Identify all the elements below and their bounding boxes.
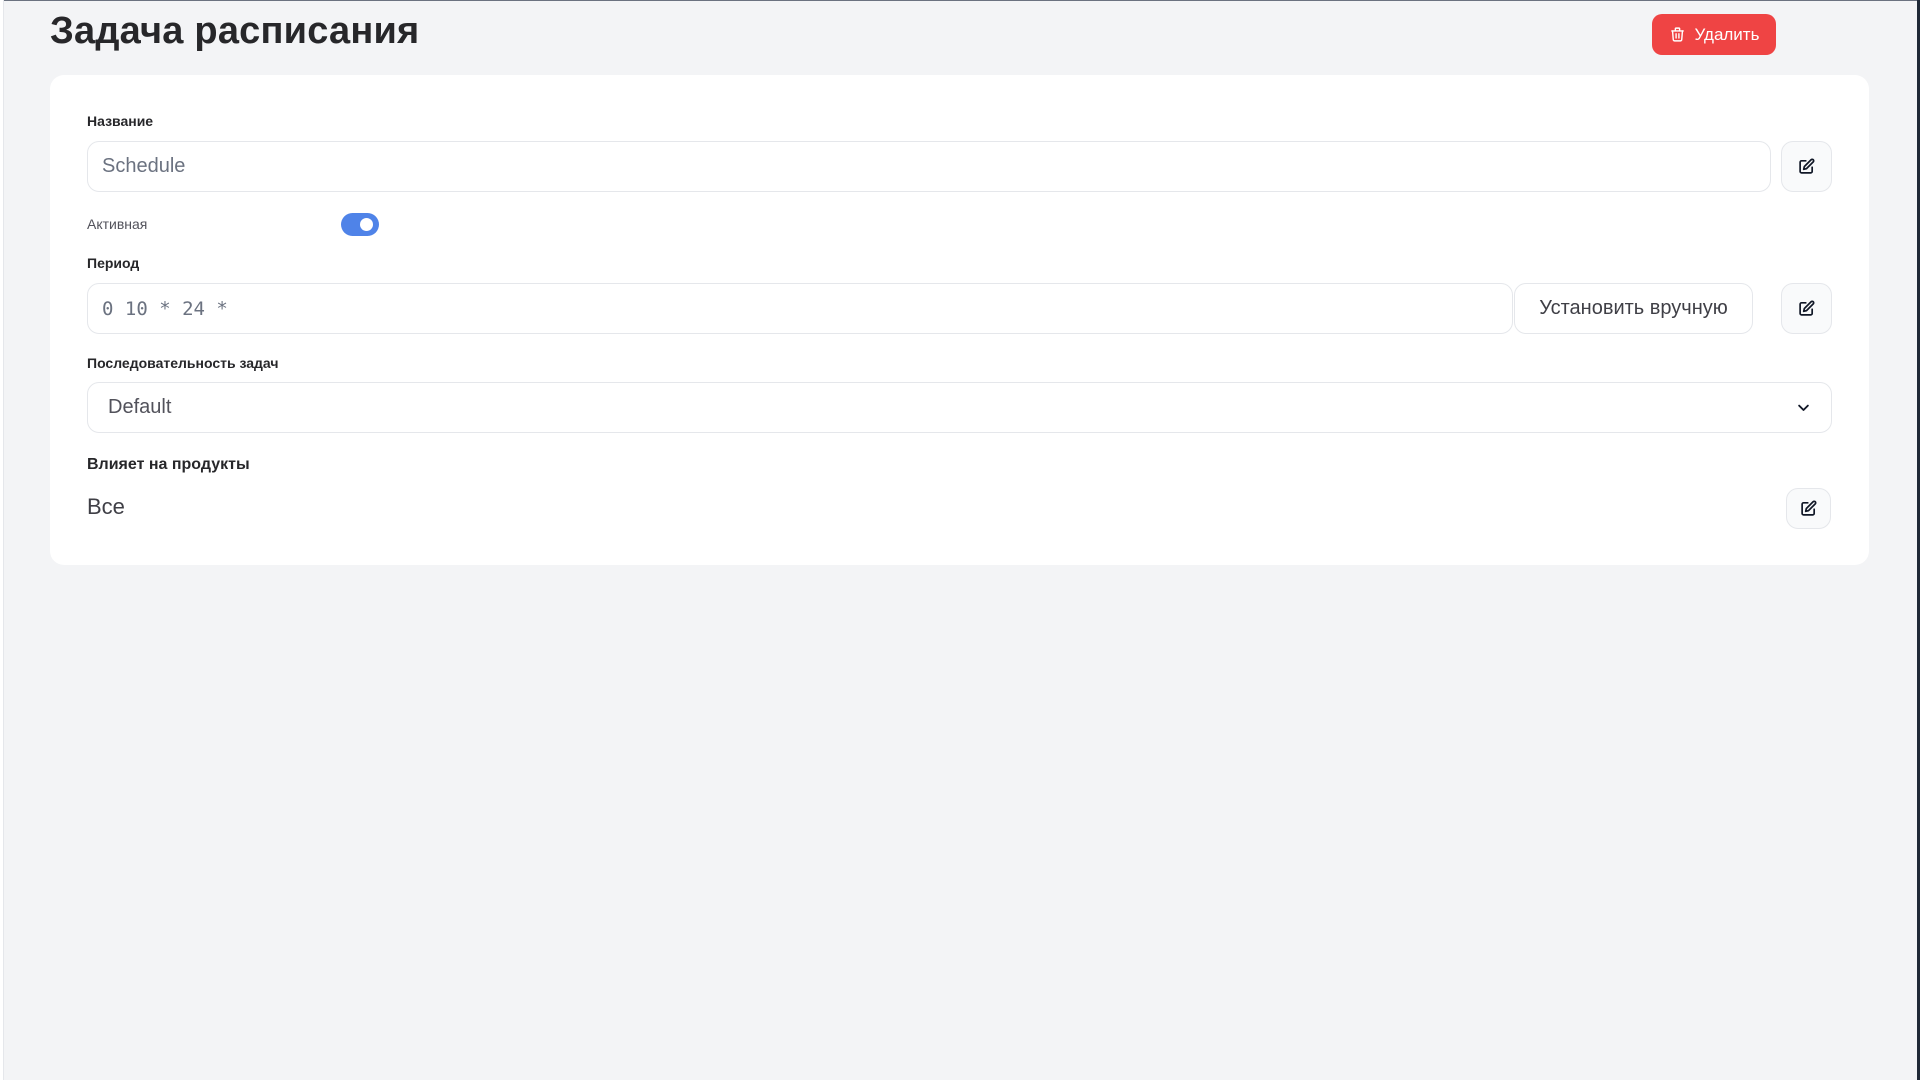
toggle-knob [360, 218, 373, 231]
edit-products-button[interactable] [1786, 488, 1831, 529]
edit-icon [1801, 500, 1817, 516]
window-top-border [0, 0, 1920, 1]
chevron-down-icon [1798, 404, 1809, 411]
sequence-label: Последовательность задач [87, 355, 279, 371]
edit-icon [1799, 158, 1815, 174]
trash-icon [1670, 27, 1684, 42]
products-value: Все [87, 494, 125, 519]
edit-period-button[interactable] [1781, 283, 1832, 334]
window-left-border [0, 0, 4, 1080]
active-label: Активная [87, 216, 148, 232]
name-input[interactable]: Schedule [87, 141, 1771, 192]
sequence-select-value: Default [108, 396, 172, 418]
delete-button-label: Удалить [1694, 24, 1760, 44]
active-toggle[interactable] [341, 213, 379, 236]
edit-icon [1799, 300, 1815, 316]
set-manually-label: Установить вручную [1539, 297, 1728, 319]
edit-name-button[interactable] [1781, 141, 1832, 192]
delete-button[interactable]: Удалить [1652, 14, 1776, 55]
name-label: Название [87, 113, 154, 129]
page-title: Задача расписания [50, 10, 420, 52]
products-label: Влияет на продукты [87, 456, 250, 473]
name-input-value: Schedule [102, 155, 186, 177]
period-input-value: 0 10 * 24 * [102, 297, 228, 320]
period-label: Период [87, 255, 140, 271]
set-manually-button[interactable]: Установить вручную [1514, 283, 1753, 334]
schedule-form-card: Название Schedule Активная Период 0 10 *… [50, 75, 1869, 565]
sequence-select[interactable]: Default [87, 382, 1832, 433]
period-input[interactable]: 0 10 * 24 * [87, 283, 1513, 334]
